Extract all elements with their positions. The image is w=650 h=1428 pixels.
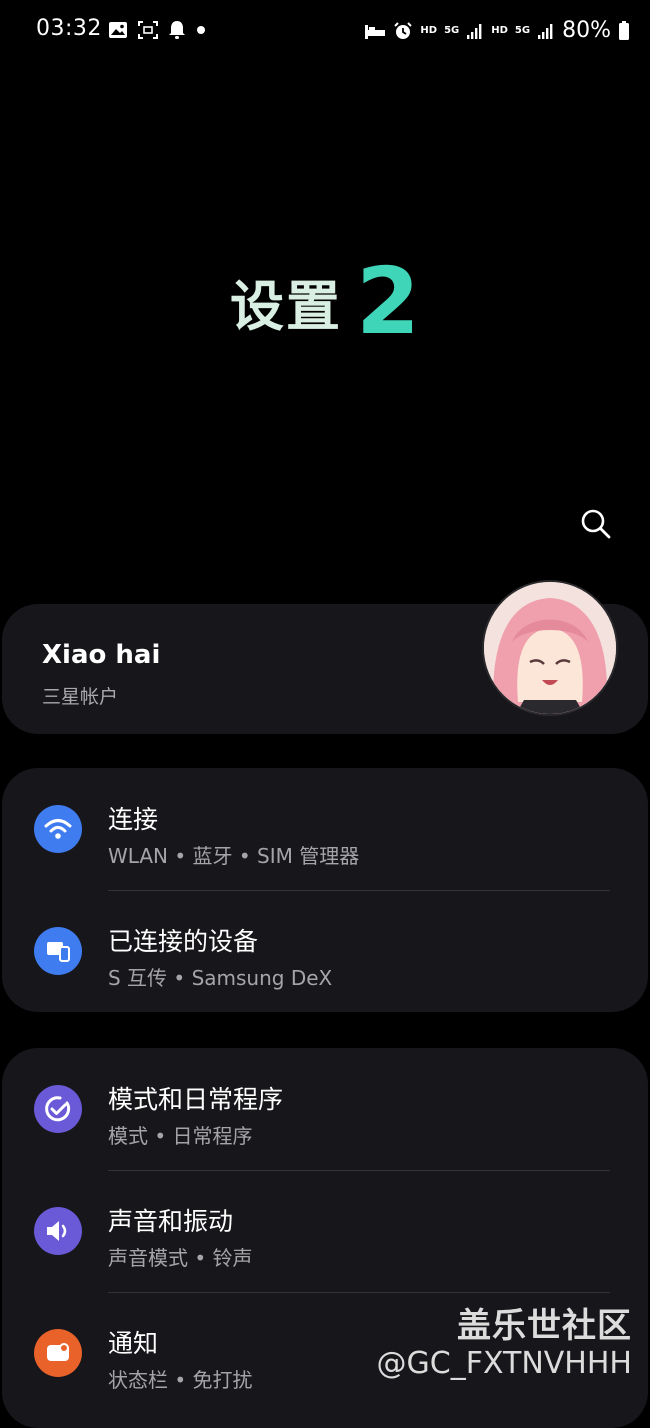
status-right-icons: HD 5G HD 5G 80%	[364, 18, 630, 43]
settings-group-connections: 连接 WLAN • 蓝牙 • SIM 管理器 已连接的设备 S 互传 • Sam…	[2, 768, 648, 1012]
settings-item-modes[interactable]: 模式和日常程序 模式 • 日常程序	[2, 1048, 648, 1170]
modes-icon	[34, 1085, 82, 1133]
watermark-community: 盖乐世社区	[457, 1306, 632, 1346]
avatar[interactable]	[482, 580, 618, 716]
network-label-2: 5G	[514, 25, 531, 36]
dot-icon	[197, 26, 205, 34]
item-title: 模式和日常程序	[108, 1085, 284, 1114]
devices-icon	[34, 927, 82, 975]
item-subtitle: 声音模式 • 铃声	[108, 1246, 253, 1270]
item-subtitle: S 互传 • Samsung DeX	[108, 966, 333, 990]
gallery-icon	[109, 22, 127, 38]
item-subtitle: 模式 • 日常程序	[108, 1124, 253, 1148]
hd-label-2: HD	[491, 25, 508, 36]
notification-icon	[34, 1329, 82, 1377]
sleep-icon	[365, 24, 386, 39]
signal-icon-2	[538, 23, 553, 39]
item-title: 连接	[108, 805, 159, 834]
search-icon	[581, 509, 611, 539]
hd-label-1: HD	[420, 25, 438, 36]
settings-item-connections[interactable]: 连接 WLAN • 蓝牙 • SIM 管理器	[2, 768, 648, 890]
item-title: 声音和振动	[108, 1207, 234, 1236]
account-name: Xiao hai	[42, 640, 161, 670]
bell-icon	[169, 21, 185, 39]
network-label-1: 5G	[444, 25, 460, 36]
status-bar: 03:32 HD 5G HD 5G 80%	[0, 0, 650, 62]
item-title: 通知	[108, 1329, 159, 1358]
status-time: 03:32	[36, 16, 102, 41]
item-title: 已连接的设备	[108, 927, 259, 956]
wifi-icon	[34, 805, 82, 853]
battery-icon	[619, 20, 629, 40]
avatar-image	[484, 582, 616, 714]
speaker-icon	[34, 1207, 82, 1255]
settings-item-connected-devices[interactable]: 已连接的设备 S 互传 • Samsung DeX	[2, 890, 648, 1012]
screenshot-icon	[138, 21, 158, 39]
page-header: 设置 2	[0, 248, 650, 355]
page-title: 设置	[229, 275, 342, 338]
signal-icon	[467, 23, 482, 39]
item-subtitle: WLAN • 蓝牙 • SIM 管理器	[108, 844, 360, 868]
alarm-icon	[394, 21, 413, 39]
status-left-icons	[108, 20, 206, 40]
item-subtitle: 状态栏 • 免打扰	[108, 1368, 253, 1392]
search-button[interactable]	[578, 506, 614, 542]
page-title-number: 2	[355, 248, 420, 355]
watermark-handle: @GC_FXTNVHHH	[376, 1346, 632, 1381]
battery-percent: 80%	[562, 18, 611, 43]
account-subtitle: 三星帐户	[42, 686, 119, 708]
settings-item-sound[interactable]: 声音和振动 声音模式 • 铃声	[2, 1170, 648, 1292]
